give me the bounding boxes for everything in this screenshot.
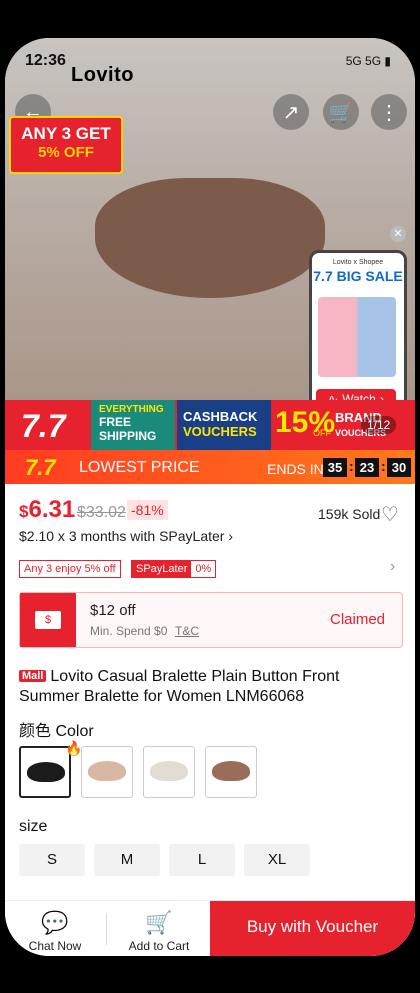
ticket-symbol: $: [35, 611, 61, 629]
cashback-top: CASHBACK: [183, 409, 258, 424]
share-button[interactable]: ↗: [273, 94, 309, 130]
size-option-m[interactable]: M: [94, 844, 160, 876]
divider: [106, 913, 107, 945]
chat-now-label: Chat Now: [28, 939, 82, 953]
fire-icon: 🔥: [65, 740, 83, 756]
price-value: 6.31: [28, 496, 76, 523]
promo-line2: 5% OFF: [38, 144, 94, 161]
ends-in-label: ENDS IN: [267, 461, 324, 477]
countdown-seconds: 30: [387, 458, 411, 477]
heart-icon[interactable]: ♡: [381, 502, 399, 527]
color-label: 颜色 Color: [19, 723, 94, 740]
size-option-s[interactable]: S: [19, 844, 85, 876]
live-brand: Lovito x Shopee: [332, 259, 384, 266]
cart-button[interactable]: 🛒: [323, 94, 359, 130]
color-swatch[interactable]: [81, 746, 133, 798]
status-bar: 12:36 5G 5G ▮: [5, 38, 415, 80]
product-photo-garment: [95, 178, 325, 298]
cart-plus-icon: 🛒: [145, 910, 173, 935]
color-swatch-fill: [27, 762, 65, 782]
chat-now-button[interactable]: 💬 Chat Now: [5, 909, 105, 953]
product-title: Mall Lovito Casual Bralette Plain Button …: [19, 666, 399, 707]
color-swatch-fill: [212, 761, 250, 781]
status-time: 12:36: [25, 52, 66, 69]
color-swatch[interactable]: [143, 746, 195, 798]
spaylater-chip[interactable]: SPayLater 0%: [131, 560, 217, 578]
chat-bubble-icon: 💬: [41, 910, 69, 935]
share-icon: ↗: [282, 101, 300, 124]
original-price: $33.02: [77, 504, 126, 521]
countdown-colon: :: [381, 458, 386, 474]
more-button[interactable]: ⋮: [371, 94, 407, 130]
free-shipping-tile: EVERYTHING FREE SHIPPING: [91, 400, 175, 450]
countdown-hours: 35: [323, 458, 347, 477]
add-to-cart-label: Add to Cart: [128, 939, 190, 953]
spaylater-label: SPayLater: [132, 561, 192, 577]
voucher-status: Claimed: [330, 611, 386, 628]
flash-77: 7.7: [25, 455, 56, 480]
color-swatch[interactable]: [205, 746, 257, 798]
phone-screen: 12:36 5G 5G ▮ Lovito ← ↗ 🛒 ⋮ ANY 3 GET 5…: [5, 38, 415, 956]
campaign-77: 7.7: [21, 408, 66, 444]
cashback-bottom: VOUCHERS: [183, 424, 257, 439]
brand-logo: Lovito: [71, 64, 134, 86]
chevron-right-icon[interactable]: ›: [390, 558, 395, 576]
size-option-l[interactable]: L: [169, 844, 235, 876]
image-pager: 1/12: [361, 416, 397, 434]
brand-off: OFF: [313, 428, 331, 438]
live-stream-widget[interactable]: Lovito x Shopee 7.7 BIG SALE ∿ Watch ›: [309, 250, 407, 416]
size-option-xl[interactable]: XL: [244, 844, 310, 876]
size-label: size: [19, 818, 48, 835]
status-icons: 5G 5G ▮: [345, 54, 391, 68]
paylater-link[interactable]: $2.10 x 3 months with SPayLater ›: [19, 528, 233, 544]
discount-badge: -81%: [127, 500, 168, 520]
color-swatch[interactable]: [19, 746, 71, 798]
promo-line1: ANY 3 GET: [21, 124, 111, 143]
flash-title: LOWEST PRICE: [79, 459, 200, 476]
spaylater-percent: 0%: [195, 563, 212, 575]
live-sale-title: 7.7 BIG SALE: [313, 268, 403, 284]
buy-with-voucher-button[interactable]: Buy with Voucher: [210, 901, 415, 956]
more-vertical-icon: ⋮: [379, 101, 399, 124]
voucher-amount: $12 off: [90, 602, 136, 619]
live-thumbnail: [318, 297, 396, 377]
voucher-tc-link[interactable]: T&C: [175, 624, 199, 638]
cart-icon: 🛒: [328, 101, 354, 124]
free-shipping-top: EVERYTHING: [99, 404, 164, 415]
countdown-colon: :: [349, 458, 354, 474]
bottom-action-bar: 💬 Chat Now 🛒 Add to Cart Buy with Vouche…: [5, 900, 415, 956]
color-swatch-fill: [88, 761, 126, 781]
flash-sale-bar: 7.7 LOWEST PRICE ENDS IN 35 : 23 : 30: [5, 450, 415, 484]
promo-badge: ANY 3 GET 5% OFF: [9, 116, 123, 174]
current-price: $6.31: [19, 496, 75, 524]
free-shipping-bottom: FREE SHIPPING: [99, 415, 157, 443]
color-swatch-fill: [150, 761, 188, 781]
voucher-ticket-icon: $: [20, 593, 76, 647]
cashback-tile: CASHBACK VOUCHERS: [177, 400, 271, 450]
campaign-banner[interactable]: 7.7 EVERYTHING FREE SHIPPING CASHBACK VO…: [5, 400, 415, 450]
product-title-text: Lovito Casual Bralette Plain Button Fron…: [19, 668, 340, 705]
add-to-cart-button[interactable]: 🛒 Add to Cart: [109, 909, 209, 953]
voucher-min-spend: Min. Spend $0: [90, 624, 168, 638]
mall-badge: Mall: [19, 670, 47, 682]
countdown-minutes: 23: [355, 458, 379, 477]
sold-count: 159k Sold: [318, 506, 381, 522]
voucher-card[interactable]: $ $12 off Min. Spend $0 T&C Claimed: [19, 592, 403, 648]
promo-chip[interactable]: Any 3 enjoy 5% off: [19, 560, 121, 578]
close-icon[interactable]: ✕: [390, 226, 406, 242]
